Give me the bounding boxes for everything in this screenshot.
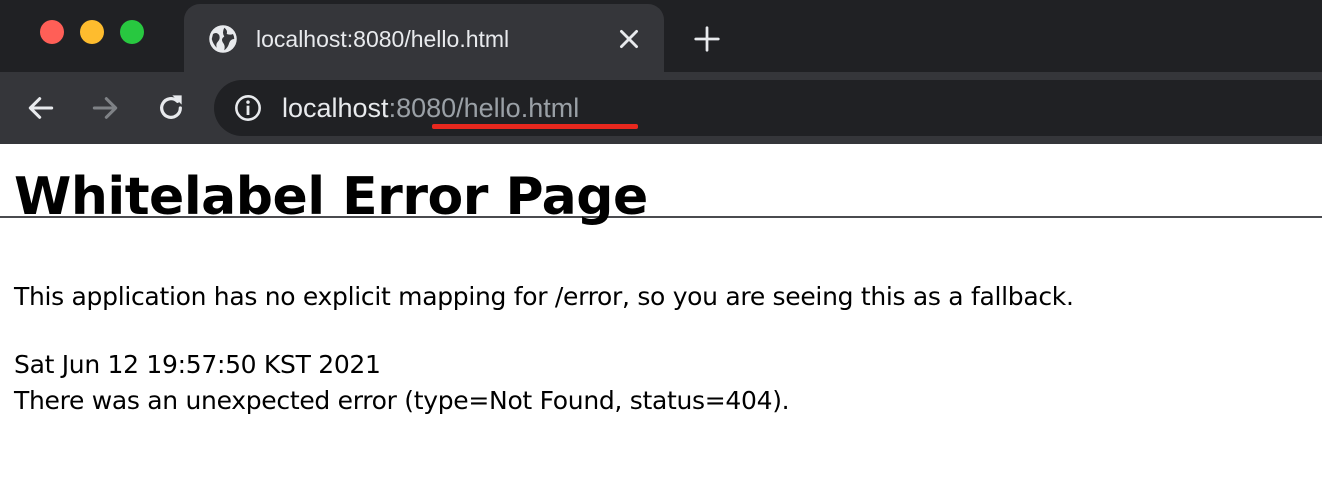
reload-icon[interactable] [155, 92, 187, 124]
url-path: :8080/hello.html [388, 93, 580, 123]
error-detail: There was an unexpected error (type=Not … [14, 386, 790, 415]
page-title: Whitelabel Error Page [14, 167, 648, 227]
browser-toolbar: localhost:8080/hello.html [0, 72, 1322, 218]
window-maximize-button[interactable] [120, 20, 144, 44]
arrow-right-icon[interactable] [89, 92, 121, 124]
close-icon[interactable] [616, 26, 642, 52]
browser-tab[interactable]: localhost:8080/hello.html [184, 4, 664, 72]
url-annotation-underline [432, 124, 638, 129]
address-bar[interactable]: localhost:8080/hello.html [214, 80, 1322, 136]
arrow-left-icon[interactable] [25, 92, 57, 124]
tab-strip: localhost:8080/hello.html [0, 0, 1322, 72]
tab-title: localhost:8080/hello.html [256, 26, 510, 52]
url-host: localhost [282, 93, 389, 123]
window-close-button[interactable] [40, 20, 64, 44]
globe-icon [209, 25, 237, 53]
error-message: This application has no explicit mapping… [14, 282, 1074, 311]
page-content: Whitelabel Error Page This application h… [14, 152, 1304, 419]
plus-icon[interactable] [692, 24, 722, 54]
window-minimize-button[interactable] [80, 20, 104, 44]
error-timestamp: Sat Jun 12 19:57:50 KST 2021 [14, 350, 381, 379]
info-icon[interactable] [234, 94, 262, 122]
url-text[interactable]: localhost:8080/hello.html [282, 91, 579, 125]
